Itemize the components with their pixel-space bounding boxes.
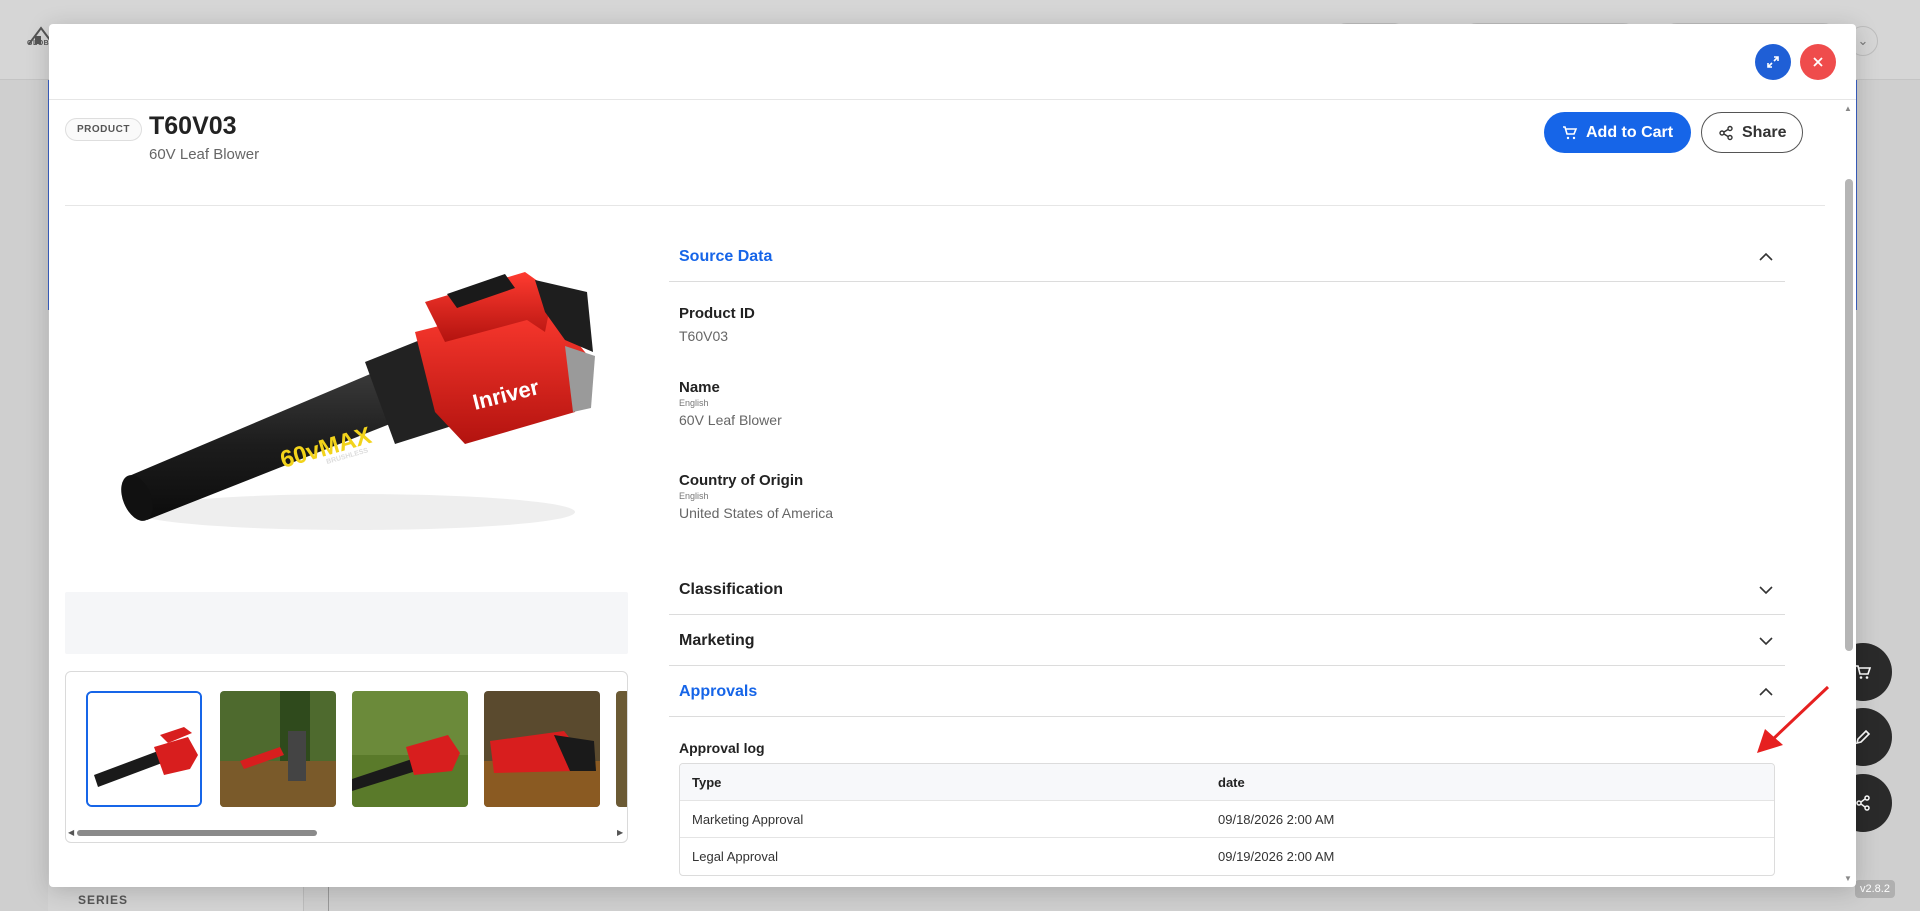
field-label: Name: [679, 379, 720, 396]
expand-icon: [1767, 56, 1779, 68]
field-language: English: [679, 491, 709, 501]
table-cell: 09/19/2026 2:00 AM: [1218, 849, 1335, 864]
section-classification[interactable]: Classification: [669, 565, 1785, 615]
scroll-left-icon[interactable]: ◀: [68, 828, 74, 837]
scroll-up-icon[interactable]: ▲: [1844, 104, 1852, 113]
table-row: Marketing Approval 09/18/2026 2:00 AM: [680, 801, 1774, 838]
field-label: Country of Origin: [679, 472, 804, 489]
add-to-cart-label: Add to Cart: [1586, 123, 1674, 141]
thumbnail-5[interactable]: [616, 691, 627, 807]
version-badge: v2.8.2: [1855, 880, 1895, 898]
column-header-type[interactable]: Type: [680, 775, 1218, 790]
thumbnail-3[interactable]: [352, 691, 468, 807]
thumbnail-image: [88, 693, 200, 805]
section-label: Classification: [679, 580, 784, 598]
table-cell: 09/18/2026 2:00 AM: [1218, 811, 1335, 827]
leaf-blower-image: Inriver 60vMAX BRUSHLESS: [121, 272, 595, 530]
expand-button[interactable]: [1755, 44, 1791, 80]
section-marketing[interactable]: Marketing: [669, 616, 1785, 666]
type-badge: PRODUCT: [65, 118, 142, 141]
close-icon: [1813, 57, 1823, 67]
thumbnail-image: [616, 691, 627, 807]
chevron-down-icon: [1759, 636, 1773, 645]
share-icon: [1719, 125, 1733, 140]
chevron-down-icon: [1759, 585, 1773, 594]
modal-toolbar: [49, 24, 1856, 100]
share-icon: [1856, 795, 1870, 811]
share-button[interactable]: Share: [1701, 112, 1804, 153]
cart-icon: [1856, 665, 1872, 679]
horizontal-scrollbar[interactable]: ◀ ▶: [66, 825, 627, 841]
cart-icon: [1563, 125, 1578, 139]
chevron-up-icon: [1759, 252, 1773, 261]
product-main-image[interactable]: Inriver 60vMAX BRUSHLESS: [65, 212, 628, 592]
edit-icon: [1855, 729, 1871, 745]
field-value: United States of America: [679, 505, 834, 521]
section-approvals[interactable]: Approvals: [669, 667, 1785, 717]
product-subtitle: 60V Leaf Blower: [149, 146, 260, 163]
approval-log-title: Approval log: [679, 740, 765, 756]
thumbnail-2[interactable]: [220, 691, 336, 807]
section-label: Source Data: [679, 247, 773, 265]
product-title: T60V03: [149, 112, 237, 140]
thumbnail-image: [220, 691, 336, 807]
field-language: English: [679, 398, 709, 408]
thumbnail-4[interactable]: [484, 691, 600, 807]
thumbnail-image: [484, 691, 600, 807]
product-header: PRODUCT T60V03 60V Leaf Blower Add to Ca…: [65, 100, 1825, 206]
scrollbar-thumb[interactable]: [1845, 179, 1853, 651]
section-source-data[interactable]: Source Data: [669, 232, 1785, 282]
table-cell: Legal Approval: [692, 849, 779, 864]
field-value: 60V Leaf Blower: [679, 412, 782, 428]
column-header-date[interactable]: date: [1218, 775, 1774, 790]
field-value: T60V03: [679, 328, 729, 344]
scroll-right-icon[interactable]: ▶: [617, 828, 623, 837]
section-label: Marketing: [679, 631, 755, 649]
add-to-cart-button[interactable]: Add to Cart: [1544, 112, 1692, 153]
scroll-down-icon[interactable]: ▼: [1844, 874, 1852, 883]
field-label: Product ID: [679, 305, 755, 322]
table-row: Legal Approval 09/19/2026 2:00 AM: [680, 838, 1774, 875]
thumbnail-1[interactable]: [86, 691, 202, 807]
annotation-arrow-icon: [1757, 685, 1830, 753]
section-label: Approvals: [679, 682, 758, 700]
thumbnail-image: [352, 691, 468, 807]
thumbnail-strip: ◀ ▶: [65, 671, 628, 843]
sidebar-section-title: SERIES: [78, 893, 129, 907]
product-modal: PRODUCT T60V03 60V Leaf Blower Add to Ca…: [49, 24, 1856, 887]
table-header-row: Type date: [680, 764, 1774, 801]
share-label: Share: [1742, 123, 1787, 141]
image-caption-area: [65, 592, 628, 654]
approval-log-table: Type date Marketing Approval 09/18/2026 …: [679, 763, 1775, 876]
close-button[interactable]: [1800, 44, 1836, 80]
table-cell: Marketing Approval: [692, 811, 804, 827]
scrollbar-thumb[interactable]: [77, 830, 317, 836]
